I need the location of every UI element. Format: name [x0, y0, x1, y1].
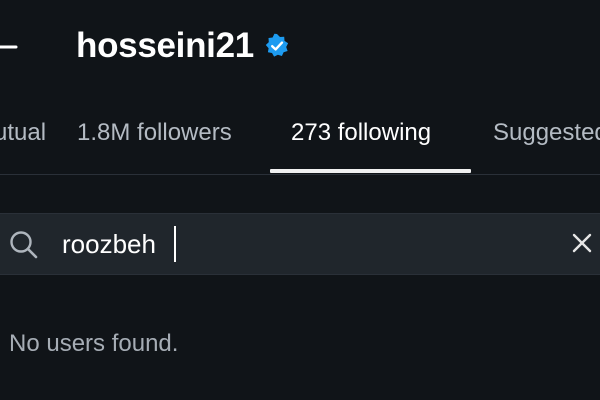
- search-bar: [0, 213, 600, 275]
- active-tab-indicator: [270, 169, 471, 173]
- back-arrow-icon[interactable]: [0, 32, 24, 62]
- title-group: hosseini21: [76, 24, 290, 68]
- text-cursor: [174, 226, 176, 262]
- tab-suggested[interactable]: Suggested: [493, 92, 600, 174]
- search-input[interactable]: [62, 224, 542, 264]
- verified-badge-icon: [265, 33, 289, 57]
- empty-state-message: No users found.: [9, 330, 179, 357]
- tab-followers[interactable]: 1.8M followers: [77, 92, 232, 174]
- tab-following[interactable]: 273 following: [291, 92, 431, 174]
- search-icon: [10, 231, 38, 259]
- profile-header: hosseini21: [0, 0, 600, 92]
- close-icon[interactable]: [568, 229, 596, 257]
- page-title: hosseini21: [76, 26, 254, 65]
- tab-bar: Mutual 1.8M followers 273 following Sugg…: [0, 92, 600, 175]
- tab-mutual[interactable]: Mutual: [0, 92, 46, 174]
